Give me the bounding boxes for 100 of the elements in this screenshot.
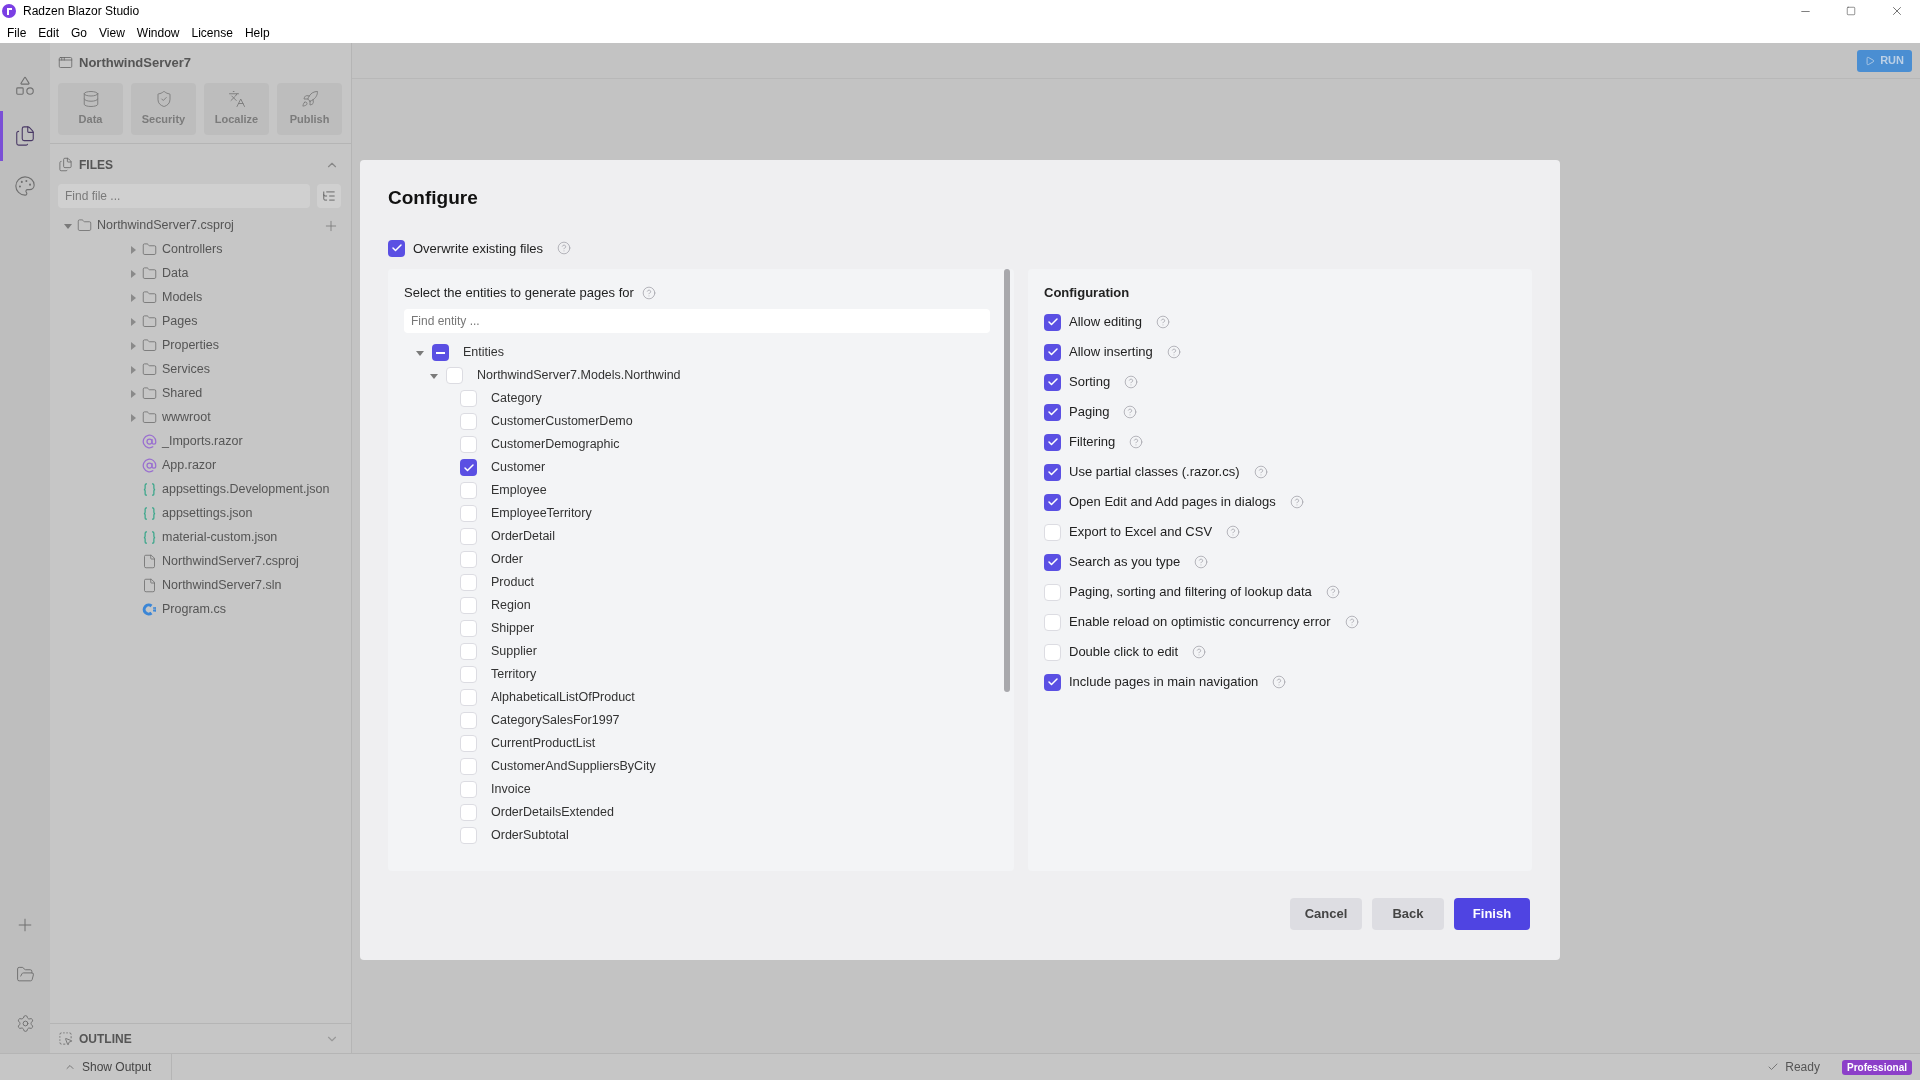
- menu-item[interactable]: View: [99, 23, 125, 42]
- checkbox[interactable]: [460, 666, 477, 683]
- checkbox[interactable]: [1044, 433, 1061, 451]
- tree-item[interactable]: AlphabeticalListOfProduct: [491, 688, 635, 707]
- caret-right-icon[interactable]: [129, 317, 137, 326]
- tree-item[interactable]: Invoice: [491, 780, 531, 799]
- menu-item[interactable]: Go: [71, 23, 88, 42]
- shapes-icon[interactable]: [14, 75, 36, 97]
- checkbox[interactable]: [460, 804, 477, 821]
- tree-item[interactable]: Entities: [463, 343, 504, 362]
- tree-item[interactable]: Program.cs: [162, 600, 226, 619]
- tree-item[interactable]: CategorySalesFor1997: [491, 711, 620, 730]
- help-icon[interactable]: [1124, 375, 1139, 389]
- tree-item[interactable]: material-custom.json: [162, 528, 278, 547]
- checkbox[interactable]: [388, 239, 405, 257]
- checkbox[interactable]: [460, 597, 477, 614]
- caret-right-icon[interactable]: [129, 293, 137, 302]
- search-field[interactable]: Find file ...: [58, 183, 310, 208]
- checkbox[interactable]: [460, 712, 477, 729]
- tree-item[interactable]: CustomerCustomerDemo: [491, 412, 633, 431]
- files-icon[interactable]: [14, 125, 36, 147]
- checkbox[interactable]: [460, 620, 477, 637]
- caret-down-icon[interactable]: [64, 221, 72, 230]
- tree-item[interactable]: Pages: [162, 312, 198, 331]
- help-icon[interactable]: [1156, 315, 1170, 329]
- tree-item[interactable]: Shared: [162, 384, 203, 403]
- checkbox[interactable]: [460, 827, 477, 844]
- caret-right-icon[interactable]: [129, 389, 137, 398]
- tree-item[interactable]: Controllers: [162, 240, 223, 259]
- palette-icon[interactable]: [14, 175, 36, 197]
- checkbox[interactable]: [1044, 313, 1061, 331]
- checkbox[interactable]: [460, 390, 477, 407]
- tree-item[interactable]: Supplier: [491, 642, 537, 661]
- tree-item[interactable]: Order: [491, 550, 523, 569]
- help-icon[interactable]: [1226, 525, 1241, 539]
- caret-right-icon[interactable]: [129, 365, 137, 374]
- checkbox[interactable]: [1044, 673, 1061, 691]
- help-icon[interactable]: [1344, 615, 1359, 629]
- caret-right-icon[interactable]: [129, 413, 137, 422]
- checkbox[interactable]: [1044, 373, 1061, 391]
- tree-item[interactable]: Properties: [162, 336, 219, 355]
- checkbox[interactable]: [460, 505, 477, 522]
- tree-item[interactable]: appsettings.json: [162, 504, 253, 523]
- checkbox[interactable]: [460, 735, 477, 752]
- checkbox[interactable]: [1044, 343, 1061, 361]
- caret-right-icon[interactable]: [129, 341, 137, 350]
- checkbox[interactable]: [1044, 583, 1061, 601]
- checkbox[interactable]: [460, 459, 477, 476]
- help-icon[interactable]: [1166, 345, 1181, 359]
- tree-item[interactable]: Region: [491, 596, 531, 615]
- close-icon[interactable]: [1890, 4, 1904, 18]
- caret-right-icon[interactable]: [129, 245, 137, 254]
- checkbox[interactable]: [460, 781, 477, 798]
- help-icon[interactable]: [1289, 495, 1304, 509]
- help-icon[interactable]: [1123, 405, 1138, 419]
- tree-item[interactable]: App.razor: [162, 456, 217, 475]
- folder-icon[interactable]: [15, 965, 35, 984]
- checkbox[interactable]: [432, 344, 449, 361]
- menu-item[interactable]: Edit: [38, 23, 60, 42]
- dialog-button[interactable]: Cancel: [1290, 898, 1362, 930]
- tree-item[interactable]: Models: [162, 288, 203, 307]
- tree-item[interactable]: Data: [162, 264, 189, 283]
- dialog-button[interactable]: Back: [1372, 898, 1444, 930]
- tree-item[interactable]: CustomerDemographic: [491, 435, 620, 454]
- help-icon[interactable]: [1272, 675, 1287, 689]
- tree-view-button[interactable]: [317, 183, 341, 208]
- caret-right-icon[interactable]: [129, 269, 137, 278]
- help-icon[interactable]: [1129, 435, 1144, 449]
- checkbox[interactable]: [460, 413, 477, 430]
- tree-item[interactable]: wwwroot: [162, 408, 211, 427]
- help-icon[interactable]: [1325, 585, 1340, 599]
- checkbox[interactable]: [1044, 613, 1061, 631]
- show-output-button[interactable]: Show Output: [82, 1058, 152, 1076]
- tree-item[interactable]: OrderSubtotal: [491, 826, 569, 845]
- tree-item[interactable]: NorthwindServer7.sln: [162, 576, 282, 595]
- help-icon[interactable]: [1192, 645, 1207, 659]
- checkbox[interactable]: [1044, 523, 1061, 541]
- tree-item[interactable]: Territory: [491, 665, 537, 684]
- tree-item[interactable]: NorthwindServer7.csproj: [162, 552, 299, 571]
- restore-icon[interactable]: [1846, 6, 1856, 16]
- checkbox[interactable]: [460, 528, 477, 545]
- checkbox[interactable]: [1044, 493, 1061, 511]
- tree-item[interactable]: EmployeeTerritory: [491, 504, 592, 523]
- tree-item[interactable]: Services: [162, 360, 210, 379]
- caret-down-icon[interactable]: [416, 348, 424, 357]
- checkbox[interactable]: [1044, 463, 1061, 481]
- settings-icon[interactable]: [15, 1014, 35, 1033]
- help-icon[interactable]: [1253, 465, 1268, 479]
- help-icon[interactable]: [557, 241, 572, 256]
- tree-item[interactable]: Customer: [491, 458, 546, 477]
- tree-item[interactable]: Shipper: [491, 619, 535, 638]
- help-icon[interactable]: [1194, 555, 1209, 569]
- tree-item[interactable]: NorthwindServer7.csproj: [97, 216, 234, 235]
- checkbox[interactable]: [460, 758, 477, 775]
- tree-item[interactable]: OrderDetailsExtended: [491, 803, 614, 822]
- checkbox[interactable]: [1044, 553, 1061, 571]
- checkbox[interactable]: [460, 689, 477, 706]
- tree-item[interactable]: Category: [491, 389, 542, 408]
- scrollbar-thumb[interactable]: [1004, 269, 1010, 692]
- checkbox[interactable]: [1044, 403, 1061, 421]
